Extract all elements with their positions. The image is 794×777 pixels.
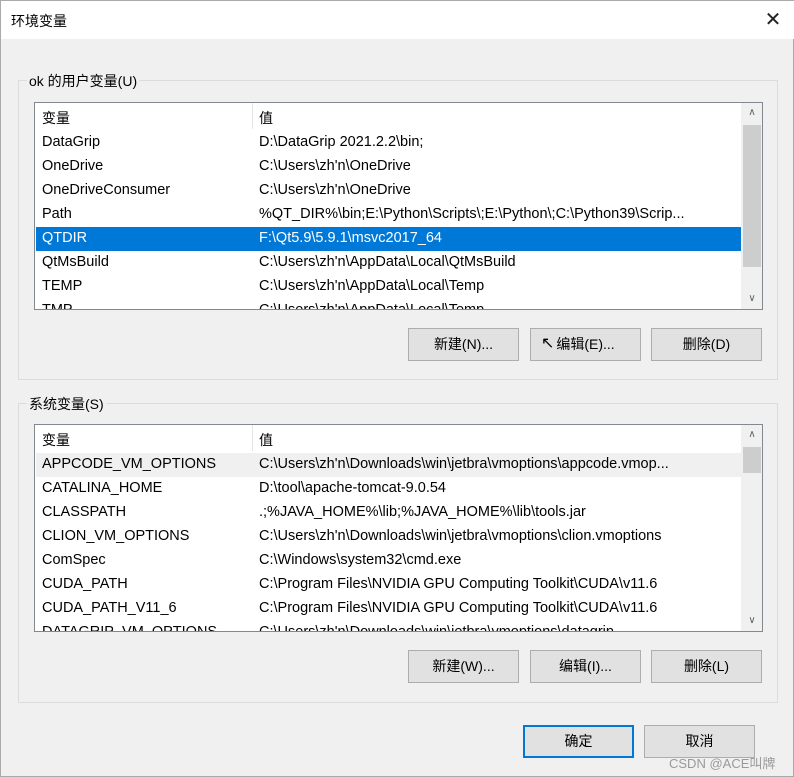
table-row[interactable]: CLASSPATH .;%JAVA_HOME%\lib;%JAVA_HOME%\l… bbox=[36, 501, 741, 525]
ok-button[interactable]: 确定 bbox=[523, 725, 634, 758]
table-row[interactable]: DataGrip D:\DataGrip 2021.2.2\bin; bbox=[36, 131, 741, 155]
variable-value: .;%JAVA_HOME%\lib;%JAVA_HOME%\lib\tools.… bbox=[259, 504, 586, 520]
scrollbar[interactable]: ∧ ∨ bbox=[741, 425, 762, 631]
column-header-name[interactable]: 变量 bbox=[42, 430, 70, 450]
variable-name: DataGrip bbox=[42, 134, 101, 150]
variable-value: C:\Users\zh'n\Downloads\win\jetbra\vmopt… bbox=[259, 456, 669, 472]
scrollbar[interactable]: ∧ ∨ bbox=[741, 103, 762, 309]
column-header-value[interactable]: 值 bbox=[259, 108, 273, 128]
user-variables-label: ok 的用户变量(U) bbox=[27, 71, 140, 91]
table-row[interactable]: CATALINA_HOME D:\tool\apache-tomcat-9.0.5… bbox=[36, 477, 741, 501]
variable-name: CUDA_PATH bbox=[42, 576, 128, 592]
list-header: 变量 值 bbox=[35, 103, 741, 129]
close-icon[interactable]: ✕ bbox=[757, 5, 789, 35]
table-row[interactable]: OneDriveConsumer C:\Users\zh'n\OneDrive bbox=[36, 179, 741, 203]
variable-value: D:\DataGrip 2021.2.2\bin; bbox=[259, 134, 424, 150]
system-variables-list[interactable]: 变量 值 APPCODE_VM_OPTIONS C:\Users\zh'n\Dow… bbox=[34, 424, 763, 632]
variable-name: TEMP bbox=[42, 278, 83, 294]
system-delete-button[interactable]: 删除(L) bbox=[651, 650, 762, 683]
user-delete-button[interactable]: 删除(D) bbox=[651, 328, 762, 361]
watermark: CSDN @ACE叫牌 bbox=[669, 756, 776, 771]
column-divider[interactable] bbox=[252, 103, 253, 129]
variable-value: C:\Users\zh'n\AppData\Local\QtMsBuild bbox=[259, 254, 516, 270]
title-bar: 环境变量 ✕ bbox=[1, 1, 794, 39]
variable-value: F:\Qt5.9\5.9.1\msvc2017_64 bbox=[259, 230, 442, 246]
variable-value: C:\Users\zh'n\AppData\Local\Temp bbox=[259, 302, 485, 310]
variable-value: %QT_DIR%\bin;E:\Python\Scripts\;E:\Pytho… bbox=[259, 206, 685, 222]
scroll-up-icon[interactable]: ∧ bbox=[741, 103, 762, 123]
variable-value: C:\Windows\system32\cmd.exe bbox=[259, 552, 462, 568]
table-row[interactable]: DATAGRIP_VM_OPTIONS C:\Users\zh'n\Downloa… bbox=[36, 621, 741, 632]
variable-name: TMP bbox=[42, 302, 73, 310]
variable-value: C:\Users\zh'n\AppData\Local\Temp bbox=[259, 278, 485, 294]
column-header-name[interactable]: 变量 bbox=[42, 108, 70, 128]
variable-value: C:\Users\zh'n\Downloads\win\jetbra\vmopt… bbox=[259, 624, 614, 632]
variable-value: C:\Users\zh'n\Downloads\win\jetbra\vmopt… bbox=[259, 528, 662, 544]
variable-name: CLASSPATH bbox=[42, 504, 127, 520]
table-row[interactable]: QTDIR F:\Qt5.9\5.9.1\msvc2017_64 bbox=[36, 227, 741, 251]
system-edit-button[interactable]: 编辑(I)... bbox=[530, 650, 641, 683]
variable-value: C:\Program Files\NVIDIA GPU Computing To… bbox=[259, 600, 658, 616]
system-variables-label: 系统变量(S) bbox=[27, 394, 106, 414]
table-row[interactable]: OneDrive C:\Users\zh'n\OneDrive bbox=[36, 155, 741, 179]
table-row[interactable]: TMP C:\Users\zh'n\AppData\Local\Temp bbox=[36, 299, 741, 310]
variable-value: C:\Users\zh'n\OneDrive bbox=[259, 182, 411, 198]
scroll-thumb[interactable] bbox=[743, 125, 761, 267]
variable-name: CLION_VM_OPTIONS bbox=[42, 528, 190, 544]
variable-name: OneDrive bbox=[42, 158, 104, 174]
variable-name: Path bbox=[42, 206, 72, 222]
scroll-down-icon[interactable]: ∨ bbox=[741, 611, 762, 631]
variable-name: CUDA_PATH_V11_6 bbox=[42, 600, 177, 616]
table-row[interactable]: CLION_VM_OPTIONS C:\Users\zh'n\Downloads\… bbox=[36, 525, 741, 549]
scroll-down-icon[interactable]: ∨ bbox=[741, 289, 762, 309]
table-row[interactable]: Path %QT_DIR%\bin;E:\Python\Scripts\;E:\P… bbox=[36, 203, 741, 227]
variable-name: APPCODE_VM_OPTIONS bbox=[42, 456, 217, 472]
variable-name: QtMsBuild bbox=[42, 254, 109, 270]
variable-name: OneDriveConsumer bbox=[42, 182, 171, 198]
user-variables-list[interactable]: 变量 值 DataGrip D:\DataGrip 2021.2.2\bin; On… bbox=[34, 102, 763, 310]
table-row[interactable]: QtMsBuild C:\Users\zh'n\AppData\Local\QtM… bbox=[36, 251, 741, 275]
table-row[interactable]: ComSpec C:\Windows\system32\cmd.exe bbox=[36, 549, 741, 573]
variable-name: CATALINA_HOME bbox=[42, 480, 163, 496]
variable-value: C:\Users\zh'n\OneDrive bbox=[259, 158, 411, 174]
variable-value: C:\Program Files\NVIDIA GPU Computing To… bbox=[259, 576, 658, 592]
variable-name: QTDIR bbox=[42, 230, 88, 246]
list-header: 变量 值 bbox=[35, 425, 741, 451]
table-row[interactable]: CUDA_PATH C:\Program Files\NVIDIA GPU Com… bbox=[36, 573, 741, 597]
variable-value: D:\tool\apache-tomcat-9.0.54 bbox=[259, 480, 446, 496]
variable-name: DATAGRIP_VM_OPTIONS bbox=[42, 624, 218, 632]
table-row[interactable]: TEMP C:\Users\zh'n\AppData\Local\Temp bbox=[36, 275, 741, 299]
column-header-value[interactable]: 值 bbox=[259, 430, 273, 450]
column-divider[interactable] bbox=[252, 425, 253, 451]
user-new-button[interactable]: 新建(N)... bbox=[408, 328, 519, 361]
table-row[interactable]: APPCODE_VM_OPTIONS C:\Users\zh'n\Download… bbox=[36, 453, 741, 477]
scroll-up-icon[interactable]: ∧ bbox=[741, 425, 762, 445]
scroll-thumb[interactable] bbox=[743, 447, 761, 473]
system-new-button[interactable]: 新建(W)... bbox=[408, 650, 519, 683]
mouse-cursor-icon: ↖ bbox=[541, 335, 555, 352]
variable-name: ComSpec bbox=[42, 552, 106, 568]
table-row[interactable]: CUDA_PATH_V11_6 C:\Program Files\NVIDIA G… bbox=[36, 597, 741, 621]
window-title: 环境变量 bbox=[11, 13, 67, 29]
